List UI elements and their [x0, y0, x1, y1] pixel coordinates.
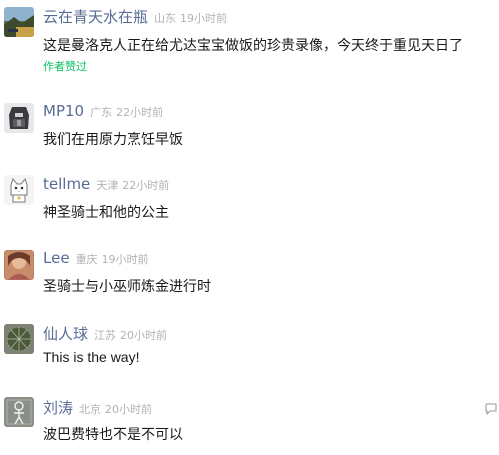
timestamp: 20小时前 — [120, 329, 168, 342]
username[interactable]: Lee — [43, 249, 70, 267]
comment-text: 圣骑士与小巫师炼金进行时 — [43, 279, 211, 295]
timestamp: 20小时前 — [105, 403, 153, 416]
username[interactable]: 仙人球 — [43, 323, 88, 344]
timestamp: 22小时前 — [116, 106, 164, 119]
username[interactable]: 云在青天水在瓶 — [43, 6, 148, 27]
location-label: 重庆 — [75, 253, 98, 266]
timestamp: 19小时前 — [180, 12, 228, 25]
comment-text: 波巴费特也不是不可以 — [43, 427, 183, 443]
location-label: 广东 — [90, 106, 113, 119]
landscape-avatar-icon — [4, 7, 34, 37]
timestamp: 19小时前 — [101, 253, 149, 266]
comment-text: This is the way! — [43, 349, 140, 365]
location-label: 天津 — [96, 179, 119, 192]
avatar[interactable] — [4, 103, 34, 133]
cactus-avatar-icon — [4, 324, 34, 354]
avatar[interactable] — [4, 175, 34, 205]
figure-avatar-icon — [4, 397, 34, 427]
photo-avatar-icon — [4, 250, 34, 280]
location-label: 山东 — [154, 12, 177, 25]
cat-avatar-icon — [4, 175, 34, 205]
robot-avatar-icon — [4, 103, 34, 133]
location-label: 江苏 — [94, 329, 117, 342]
location-label: 北京 — [79, 403, 102, 416]
avatar[interactable] — [4, 324, 34, 354]
username[interactable]: tellme — [43, 175, 90, 193]
avatar[interactable] — [4, 250, 34, 280]
username[interactable]: MP10 — [43, 102, 84, 120]
comment-text: 这是曼洛克人正在给尤达宝宝做饭的珍贵录像，今天终于重见天日了 — [43, 38, 463, 54]
timestamp: 22小时前 — [122, 179, 170, 192]
username[interactable]: 刘涛 — [43, 397, 73, 418]
comment-text: 神圣骑士和他的公主 — [43, 205, 169, 221]
comment-text: 我们在用原力烹饪早饭 — [43, 132, 183, 148]
avatar[interactable] — [4, 7, 34, 37]
avatar[interactable] — [4, 397, 34, 427]
reply-icon[interactable] — [484, 402, 498, 416]
author-liked-badge: 作者赞过 — [43, 60, 87, 73]
